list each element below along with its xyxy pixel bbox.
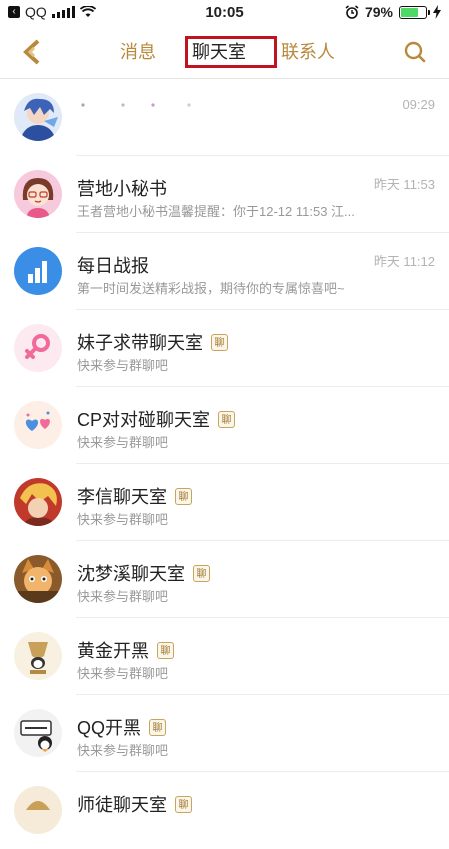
chat-badge-icon: 聊 bbox=[193, 564, 210, 582]
row-subtitle: 快来参与群聊吧 bbox=[77, 435, 169, 450]
search-icon[interactable] bbox=[403, 40, 427, 64]
top-nav-bar: 消息 聊天室 联系人 bbox=[0, 26, 449, 79]
row-title: CP对对碰聊天室 bbox=[77, 410, 211, 430]
chat-badge-icon: 聊 bbox=[211, 333, 228, 351]
alarm-icon bbox=[345, 5, 359, 19]
row-title: 沈梦溪聊天室 bbox=[77, 564, 185, 584]
row-title-line: 李信聊天室 聊 bbox=[77, 483, 192, 509]
chatroom-list: 09:29 营地小秘书 王者营地小秘书温馨提醒：你于12-12 11:53 江.… bbox=[0, 79, 449, 849]
blurred-name bbox=[81, 103, 191, 107]
female-symbol-avatar-icon bbox=[14, 324, 62, 372]
tab-contacts[interactable]: 联系人 bbox=[281, 38, 335, 64]
status-bar: ‹ QQ 10:05 79% bbox=[0, 0, 449, 26]
row-title-line: 营地小秘书 bbox=[77, 175, 167, 201]
tab-messages[interactable]: 消息 bbox=[120, 38, 156, 64]
row-title-line: QQ开黑 聊 bbox=[77, 714, 167, 740]
row-title-line: 每日战报 bbox=[77, 252, 149, 278]
row-title: 营地小秘书 bbox=[77, 179, 167, 199]
list-item[interactable]: 妹子求带聊天室 聊 快来参与群聊吧 bbox=[0, 310, 449, 387]
charging-icon bbox=[433, 5, 441, 19]
hero-avatar-icon bbox=[14, 478, 62, 526]
tab-highlight-box bbox=[185, 36, 277, 68]
row-title-line: 黄金开黑 聊 bbox=[77, 637, 174, 663]
list-item[interactable]: 沈梦溪聊天室 聊 快来参与群聊吧 bbox=[0, 541, 449, 618]
list-item[interactable]: 黄金开黑 聊 快来参与群聊吧 bbox=[0, 618, 449, 695]
back-icon[interactable] bbox=[18, 38, 48, 66]
row-title: 每日战报 bbox=[77, 256, 149, 276]
row-title: 师徒聊天室 bbox=[77, 795, 167, 815]
list-item[interactable]: 师徒聊天室 聊 bbox=[0, 772, 449, 849]
row-title-line: CP对对碰聊天室 聊 bbox=[77, 406, 236, 432]
row-subtitle: 快来参与群聊吧 bbox=[77, 666, 169, 681]
blue-anime-avatar-icon bbox=[14, 93, 62, 141]
chat-badge-icon: 聊 bbox=[149, 718, 167, 736]
penguin-sign-avatar-icon bbox=[14, 709, 62, 757]
row-title: 李信聊天室 bbox=[77, 487, 167, 507]
girl-avatar-icon bbox=[14, 170, 62, 218]
status-right: 79% bbox=[345, 4, 441, 20]
row-title-line: 师徒聊天室 聊 bbox=[77, 791, 192, 817]
chat-badge-icon: 聊 bbox=[218, 410, 236, 428]
list-item[interactable]: CP对对碰聊天室 聊 快来参与群聊吧 bbox=[0, 387, 449, 464]
row-title: QQ开黑 bbox=[77, 718, 142, 738]
chat-badge-icon: 聊 bbox=[175, 795, 192, 813]
row-subtitle: 第一时间发送精彩战报，期待你的专属惊喜吧~ bbox=[77, 281, 345, 296]
row-subtitle: 快来参与群聊吧 bbox=[77, 743, 169, 758]
row-subtitle: 快来参与群聊吧 bbox=[77, 512, 169, 527]
row-subtitle: 快来参与群聊吧 bbox=[77, 589, 169, 604]
mentor-avatar-icon bbox=[14, 786, 62, 834]
cat-hero-avatar-icon bbox=[14, 555, 62, 603]
row-title-line: 沈梦溪聊天室 聊 bbox=[77, 560, 210, 586]
row-subtitle: 王者营地小秘书温馨提醒：你于12-12 11:53 江... bbox=[77, 204, 355, 219]
row-time: 昨天 11:12 bbox=[373, 254, 435, 269]
list-item[interactable]: 李信聊天室 聊 快来参与群聊吧 bbox=[0, 464, 449, 541]
chat-badge-icon: 聊 bbox=[175, 487, 192, 505]
list-item[interactable]: QQ开黑 聊 快来参与群聊吧 bbox=[0, 695, 449, 772]
row-subtitle: 快来参与群聊吧 bbox=[77, 358, 169, 373]
list-item[interactable]: 营地小秘书 王者营地小秘书温馨提醒：你于12-12 11:53 江... 昨天 … bbox=[0, 156, 449, 233]
hearts-avatar-icon bbox=[14, 401, 62, 449]
battery-fill bbox=[401, 7, 418, 17]
battery-icon bbox=[399, 5, 430, 19]
row-time: 09:29 bbox=[402, 97, 435, 112]
list-item[interactable]: 每日战报 第一时间发送精彩战报，期待你的专属惊喜吧~ 昨天 11:12 bbox=[0, 233, 449, 310]
gold-trophy-avatar-icon bbox=[14, 632, 62, 680]
row-title-line: 妹子求带聊天室 聊 bbox=[77, 329, 228, 355]
row-time: 昨天 11:53 bbox=[373, 177, 435, 192]
battery-percent: 79% bbox=[364, 4, 393, 20]
bar-chart-avatar-icon bbox=[14, 247, 62, 295]
row-title: 妹子求带聊天室 bbox=[77, 333, 203, 353]
list-item[interactable]: 09:29 bbox=[0, 79, 449, 156]
row-title: 黄金开黑 bbox=[77, 641, 149, 661]
chat-badge-icon: 聊 bbox=[157, 641, 174, 659]
